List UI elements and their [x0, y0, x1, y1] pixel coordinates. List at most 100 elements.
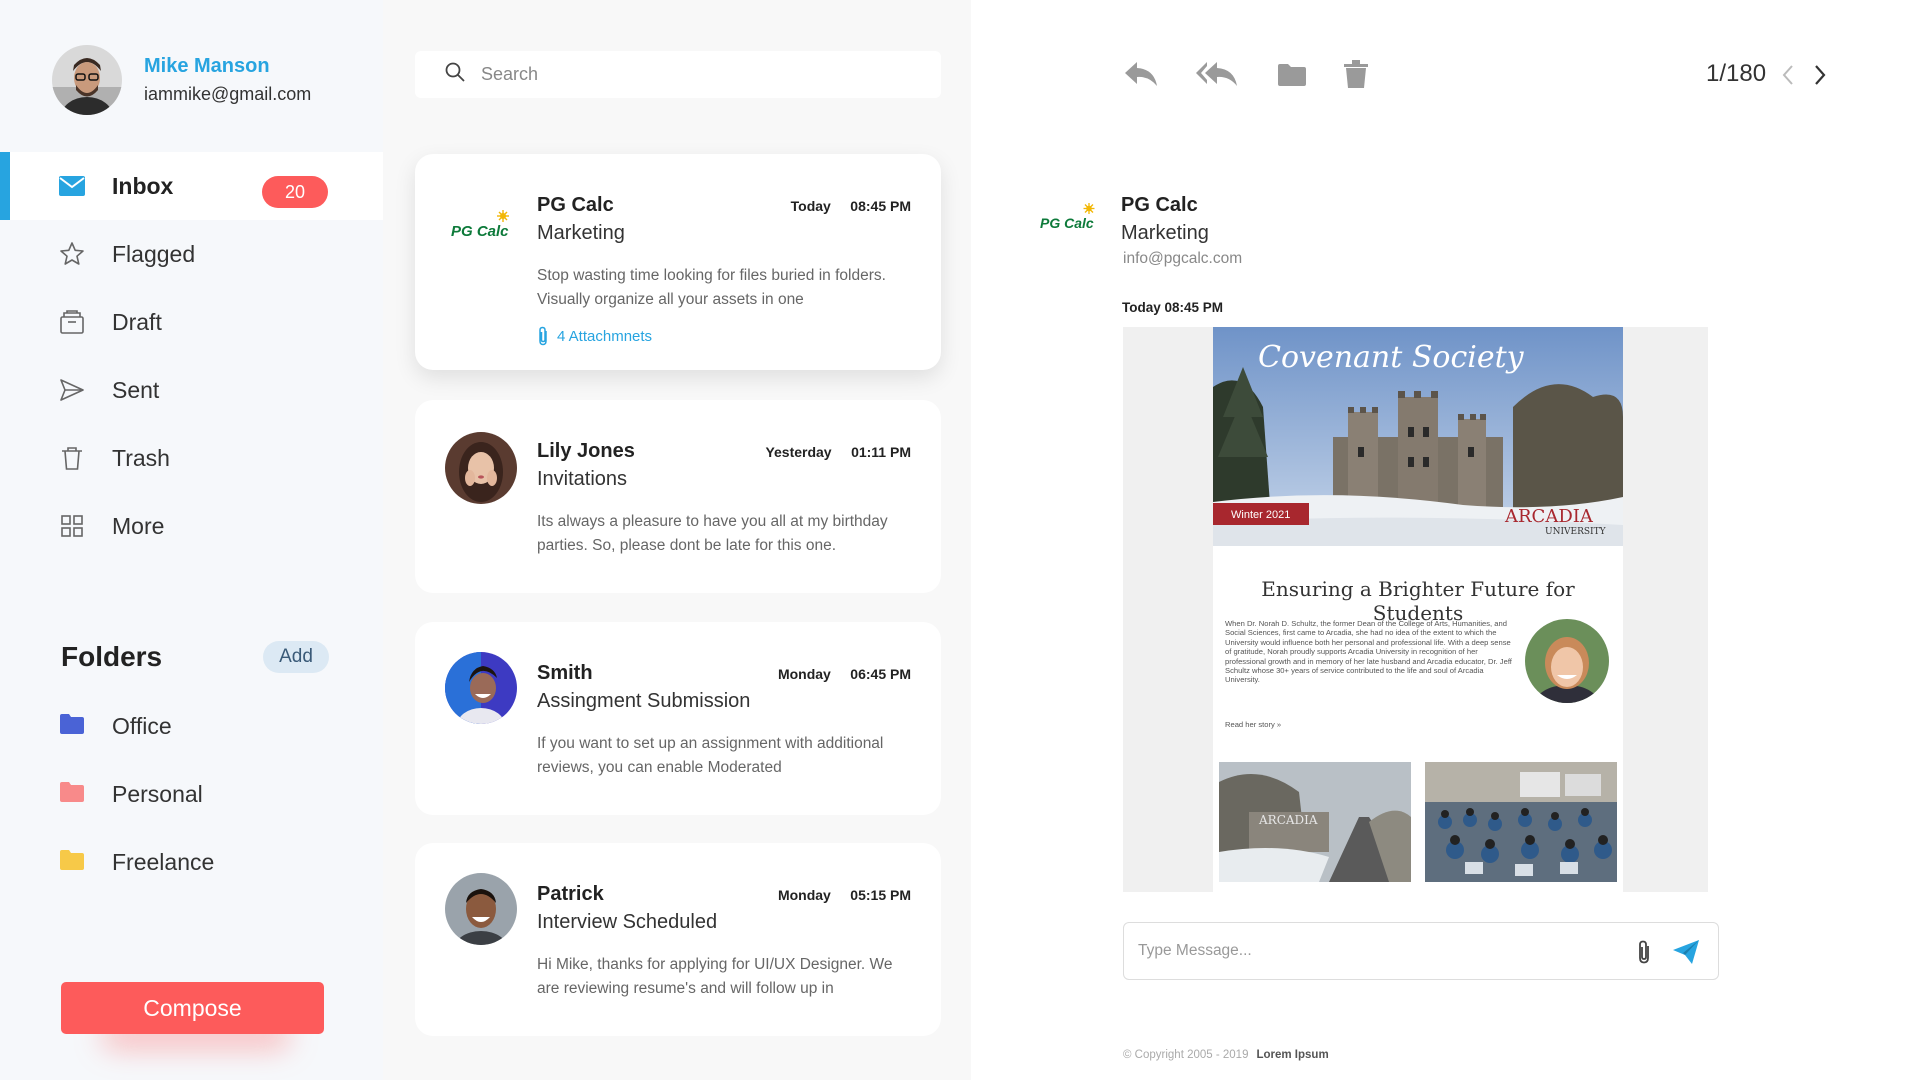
attachments-label: 4 Attachmnets: [557, 327, 653, 345]
newsletter-body: When Dr. Norah D. Schultz, the former De…: [1225, 619, 1512, 685]
compose-button[interactable]: Compose: [61, 982, 324, 1034]
folder-item-personal[interactable]: Personal: [0, 760, 383, 828]
reader-subject: Marketing: [1121, 222, 1209, 244]
pgcalc-logo: PG Calc: [449, 206, 513, 246]
svg-text:UNIVERSITY: UNIVERSITY: [1545, 527, 1607, 537]
paperclip-icon[interactable]: [1636, 939, 1652, 970]
nav-item-more[interactable]: More: [0, 492, 383, 560]
message-time: Monday 06:45 PM: [777, 666, 911, 682]
add-folder-button[interactable]: Add: [263, 641, 329, 673]
page-counter: 1/180: [1706, 60, 1767, 87]
nav-label: Flagged: [112, 240, 196, 267]
folder-move-icon[interactable]: [1278, 64, 1306, 91]
message-time: Yesterday 01:11 PM: [765, 444, 911, 460]
newsletter-portrait: [1525, 619, 1609, 703]
message-subject: Marketing: [537, 222, 625, 244]
message-subject: Assingment Submission: [537, 690, 751, 712]
chevron-left-icon[interactable]: [1781, 64, 1795, 91]
message-preview: Its always a pleasure to have you all at…: [537, 513, 888, 554]
folder-item-freelance[interactable]: Freelance: [0, 828, 383, 896]
email-body: Covenant Society Winter 2021 ARCADIA UNI…: [1123, 327, 1708, 892]
message-card[interactable]: Patrick Interview Scheduled Monday 05:15…: [415, 843, 941, 1036]
nav-label: Inbox: [112, 172, 174, 199]
nav-label: Draft: [112, 308, 162, 335]
message-card[interactable]: PG Calc PG Calc Marketing Today 08:45 PM…: [415, 154, 941, 370]
search-input[interactable]: Search: [415, 51, 941, 98]
delete-icon[interactable]: [1344, 60, 1368, 93]
nav-item-flagged[interactable]: Flagged: [0, 220, 383, 288]
reply-all-icon[interactable]: [1195, 60, 1239, 93]
nav-label: Sent: [112, 376, 160, 403]
svg-text:ARCADIA: ARCADIA: [1258, 813, 1318, 827]
newsletter-hero-image: Covenant Society Winter 2021 ARCADIA UNI…: [1213, 327, 1623, 546]
inbox-count-badge: 20: [262, 176, 328, 208]
folder-label: Office: [112, 712, 172, 739]
message-subject: Interview Scheduled: [537, 911, 718, 933]
sender-avatar: [445, 873, 517, 945]
folders-title: Folders: [61, 641, 163, 672]
star-icon: [58, 240, 86, 268]
message-preview: If you want to set up an assignment with…: [537, 735, 884, 776]
user-profile[interactable]: Mike Manson iammike@gmail.com: [52, 45, 311, 115]
svg-text:Winter 2021: Winter 2021: [1231, 509, 1290, 521]
nav-item-sent[interactable]: Sent: [0, 356, 383, 424]
message-list-panel: Search PG Calc PG Calc Marketing Today 0…: [383, 0, 971, 1080]
user-avatar[interactable]: [52, 45, 122, 115]
message-time: Monday 05:15 PM: [777, 887, 911, 903]
search-placeholder: Search: [481, 64, 539, 84]
svg-text:ARCADIA: ARCADIA: [1504, 506, 1594, 527]
message-subject: Invitations: [537, 468, 628, 490]
footer-brand[interactable]: Lorem Ipsum: [1256, 1049, 1328, 1061]
folder-label: Freelance: [112, 848, 215, 875]
folder-label: Personal: [112, 780, 203, 807]
folder-list: Office Personal Freelance: [0, 692, 383, 896]
nav-item-draft[interactable]: Draft: [0, 288, 383, 356]
sender-avatar: [445, 432, 517, 504]
message-time: Today 08:45 PM: [790, 198, 911, 214]
nav-item-trash[interactable]: Trash: [0, 424, 383, 492]
reader-email[interactable]: info@pgcalc.com: [1123, 250, 1242, 268]
message-preview: Hi Mike, thanks for applying for UI/UX D…: [537, 956, 893, 997]
message-sender: Lily Jones: [537, 440, 635, 462]
footer-copyright: © Copyright 2005 - 2019: [1123, 1049, 1249, 1061]
folder-item-office[interactable]: Office: [0, 692, 383, 760]
send-icon: [58, 376, 86, 404]
folder-icon: [60, 849, 84, 875]
svg-text:PG Calc: PG Calc: [1040, 215, 1094, 231]
footer: © Copyright 2005 - 2019 Lorem Ipsum: [1123, 1049, 1329, 1061]
message-preview: Stop wasting time looking for files buri…: [537, 267, 886, 308]
paperclip-icon: [539, 326, 547, 346]
newsletter-photo-campus: ARCADIA: [1219, 762, 1411, 882]
sidebar: Mike Manson iammike@gmail.com Inbox 20 F…: [0, 0, 383, 1080]
reading-pane: 1/180 PG Calc PG Calc Marketing info@pgc…: [971, 0, 1920, 1080]
reply-input[interactable]: Type Message...: [1123, 922, 1719, 980]
message-sender: Patrick: [537, 883, 604, 905]
send-icon[interactable]: [1672, 939, 1700, 970]
grid-icon: [58, 512, 86, 540]
user-name: Mike Manson: [144, 55, 270, 77]
message-card[interactable]: Smith Assingment Submission Monday 06:45…: [415, 622, 941, 815]
compose-area: Compose: [61, 982, 324, 1050]
attachments-link[interactable]: 4 Attachmnets: [537, 326, 652, 346]
nav-item-inbox[interactable]: Inbox 20: [0, 152, 383, 220]
folders-header: Folders Add: [61, 637, 329, 677]
newsletter-photo-classroom: [1425, 762, 1617, 882]
reader-date: Today 08:45 PM: [1122, 300, 1224, 315]
envelope-icon: [58, 172, 86, 200]
read-more-link[interactable]: Read her story »: [1225, 720, 1281, 729]
user-email: iammike@gmail.com: [144, 84, 312, 104]
message-card[interactable]: Lily Jones Invitations Yesterday 01:11 P…: [415, 400, 941, 593]
message-sender: Smith: [537, 662, 593, 684]
trash-icon: [58, 444, 86, 472]
chevron-right-icon[interactable]: [1813, 64, 1827, 91]
reply-icon[interactable]: [1123, 60, 1159, 93]
nav-label: Trash: [112, 444, 170, 471]
newsletter-headline: Ensuring a Brighter Future for Students: [1261, 577, 1575, 625]
reply-placeholder: Type Message...: [1138, 942, 1252, 959]
search-icon: [445, 62, 465, 87]
sender-avatar: [445, 652, 517, 724]
folder-icon: [60, 781, 84, 807]
newsletter: Covenant Society Winter 2021 ARCADIA UNI…: [1213, 327, 1623, 892]
main-nav: Inbox 20 Flagged Draft Sent Trash More: [0, 152, 383, 560]
draft-icon: [58, 308, 86, 336]
